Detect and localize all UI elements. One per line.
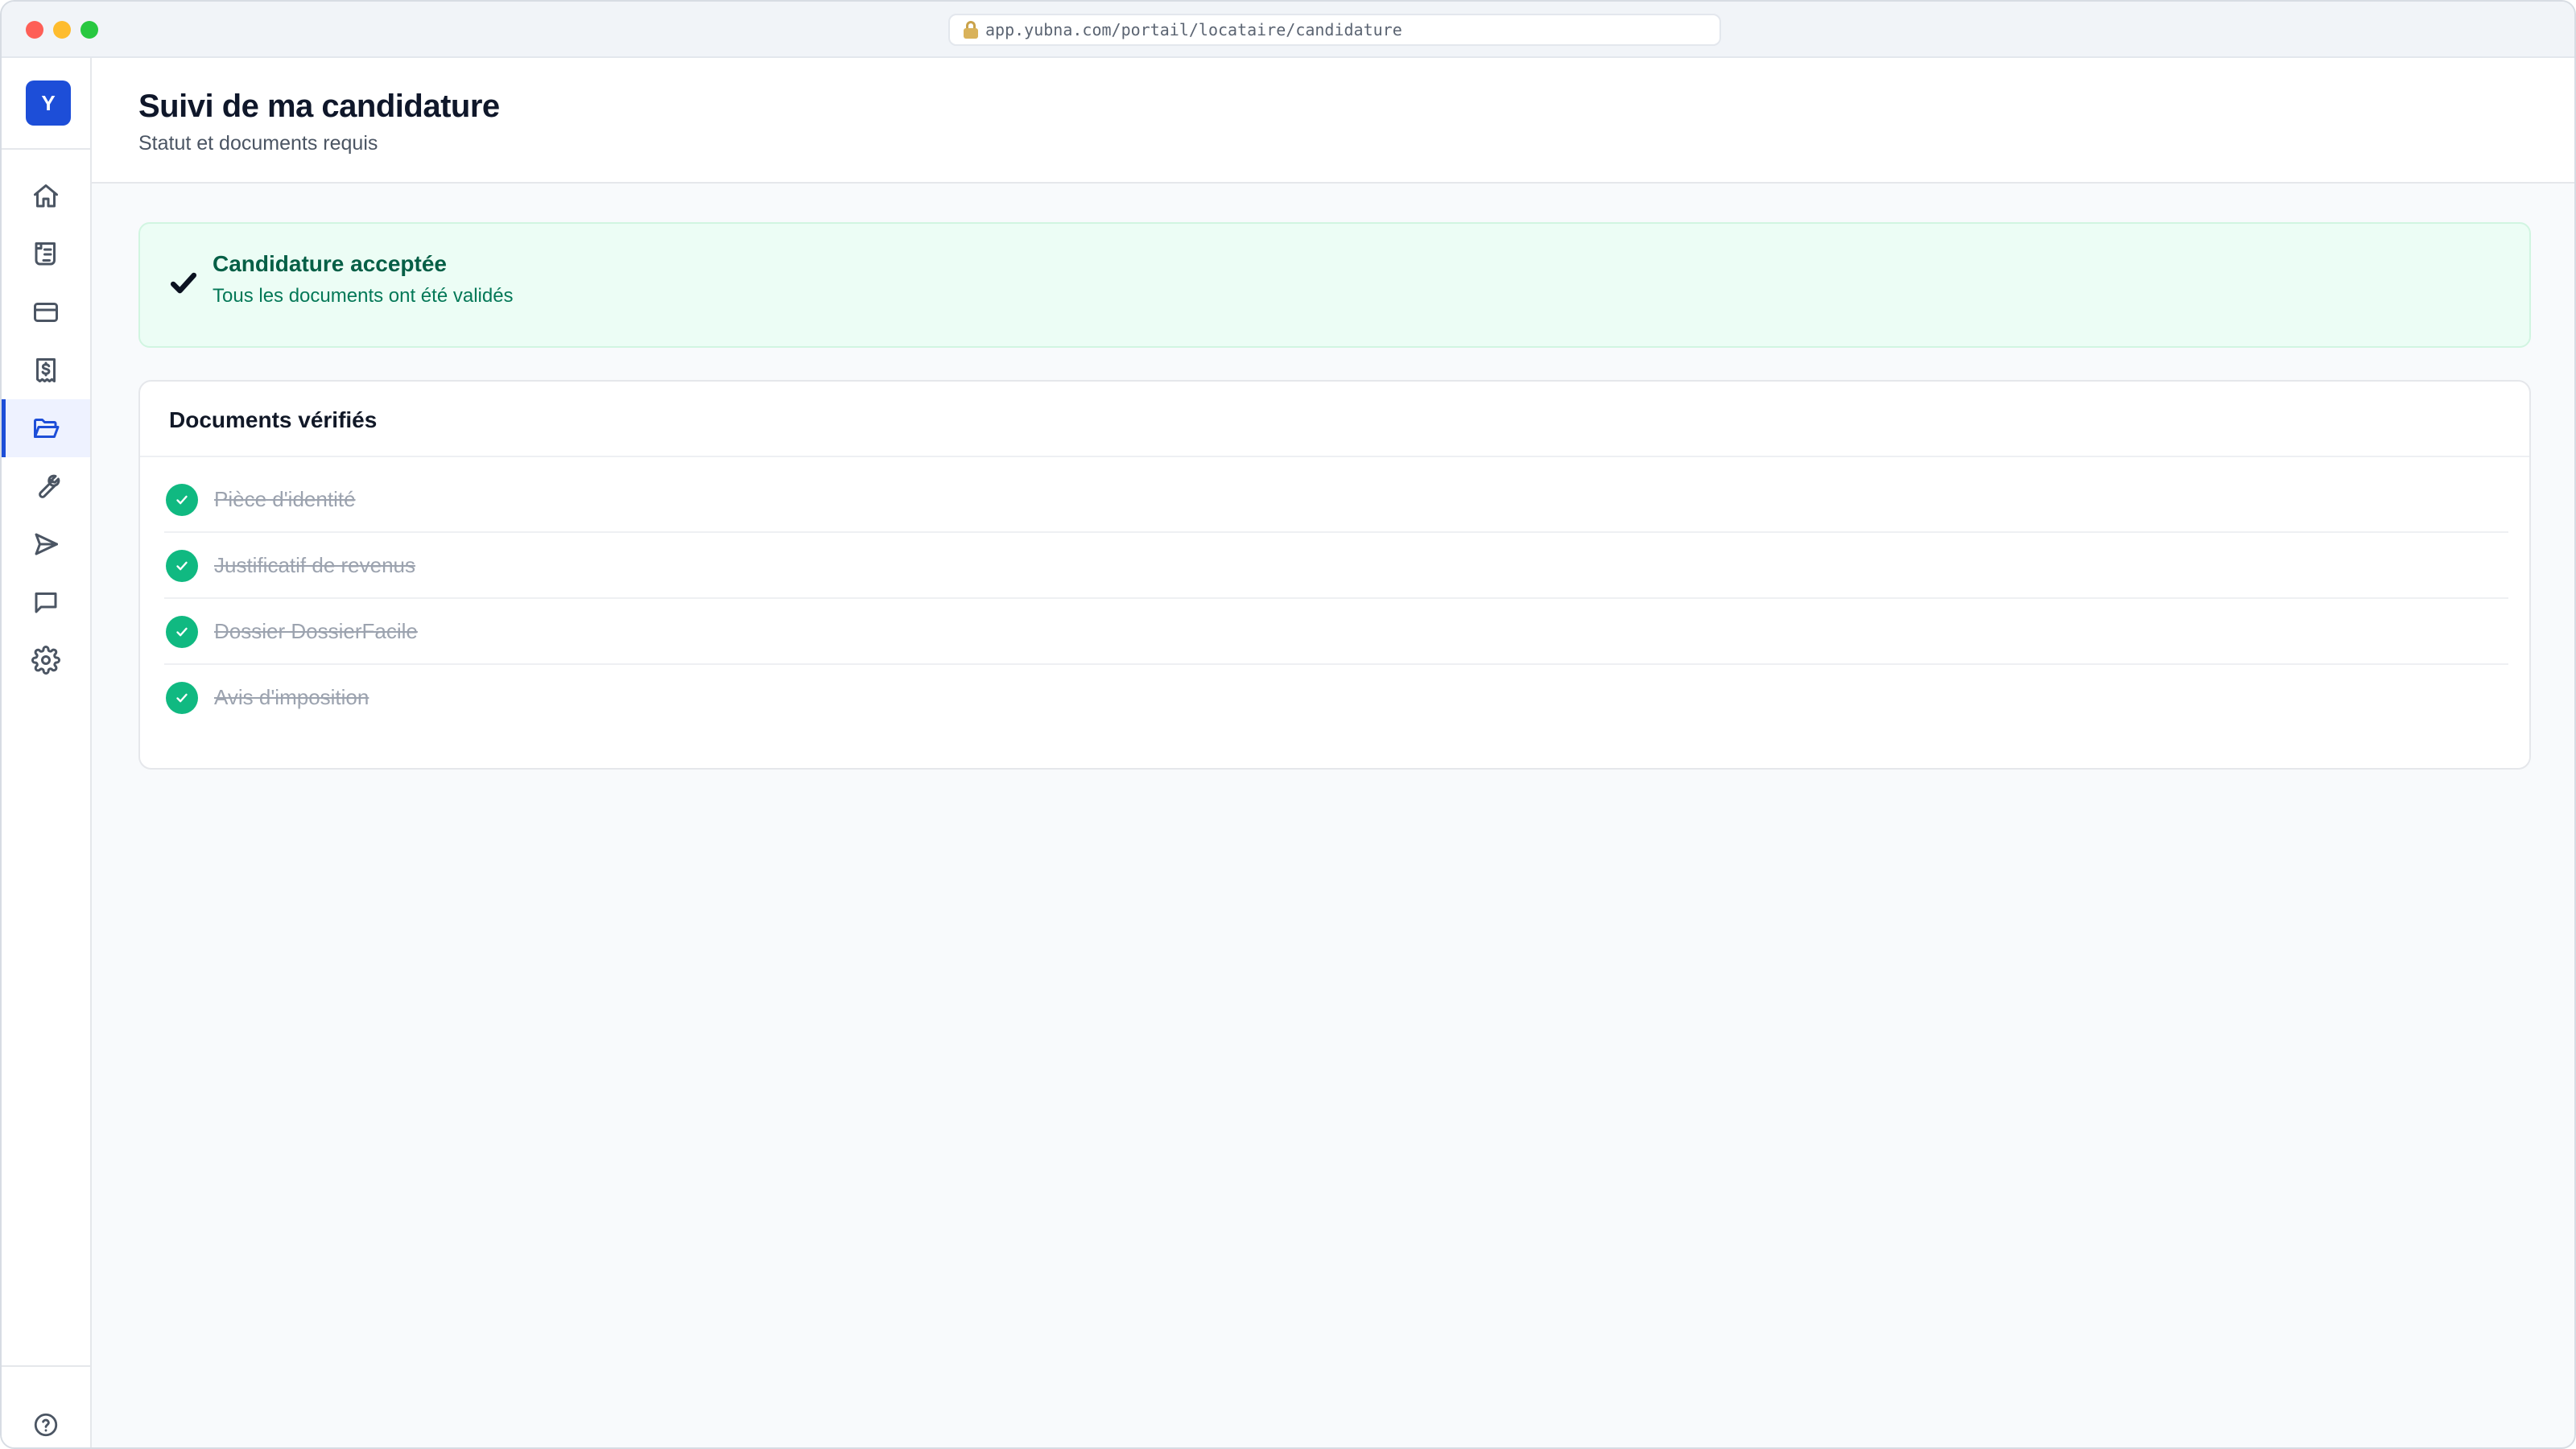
check-circle-icon xyxy=(166,616,198,648)
status-banner: Candidature acceptée Tous les documents … xyxy=(138,222,2531,348)
receipt-dollar-icon xyxy=(36,358,56,382)
document-label: Dossier DossierFacile xyxy=(214,619,418,643)
document-label: Justificatif de revenus xyxy=(214,553,416,577)
card-divider xyxy=(140,456,2529,457)
sidebar-item-lease[interactable] xyxy=(2,225,90,283)
check-circle-icon xyxy=(166,682,198,714)
home-icon xyxy=(34,184,58,208)
checkmark-icon xyxy=(166,266,201,301)
folder-open-icon xyxy=(34,419,60,438)
close-window-button[interactable] xyxy=(26,21,43,39)
sidebar-item-home[interactable] xyxy=(2,167,90,225)
documents-title: Documents vérifiés xyxy=(169,407,378,432)
gear-icon xyxy=(31,646,60,675)
sidebar: Y xyxy=(2,58,92,1447)
document-row: Justificatif de revenus xyxy=(164,533,2508,599)
minimize-window-button[interactable] xyxy=(53,21,71,39)
browser-window: app.yubna.com/portail/locataire/candidat… xyxy=(0,0,2576,1449)
document-row: Pièce d'identité xyxy=(164,467,2508,533)
sidebar-item-maintenance[interactable] xyxy=(2,457,90,515)
documents-card: Documents vérifiés Pièce d'identité Just… xyxy=(138,380,2531,770)
sidebar-divider-bottom xyxy=(2,1365,90,1367)
check-circle-icon xyxy=(166,550,198,582)
url-text: app.yubna.com/portail/locataire/candidat… xyxy=(985,20,1402,39)
help-button[interactable] xyxy=(2,1396,90,1447)
sidebar-item-settings[interactable] xyxy=(2,631,90,689)
wrench-icon xyxy=(39,474,60,498)
page-title: Suivi de ma candidature xyxy=(138,89,500,124)
check-circle-icon xyxy=(166,484,198,516)
status-description: Tous les documents ont été validés xyxy=(213,285,514,307)
message-icon xyxy=(35,592,57,613)
address-bar[interactable]: app.yubna.com/portail/locataire/candidat… xyxy=(948,14,1721,46)
app-logo[interactable]: Y xyxy=(26,80,71,126)
sidebar-item-payments[interactable] xyxy=(2,283,90,341)
send-icon xyxy=(35,533,58,555)
maximize-window-button[interactable] xyxy=(80,21,98,39)
page-subtitle: Statut et documents requis xyxy=(138,132,378,155)
credit-card-icon xyxy=(34,303,58,322)
document-label: Avis d'imposition xyxy=(214,685,369,709)
sidebar-item-messages[interactable] xyxy=(2,573,90,631)
sidebar-divider xyxy=(2,148,90,150)
scroll-icon xyxy=(35,242,56,266)
status-title: Candidature acceptée xyxy=(213,251,447,276)
document-row: Dossier DossierFacile xyxy=(164,599,2508,665)
title-bar: app.yubna.com/portail/locataire/candidat… xyxy=(2,2,2574,58)
help-circle-icon xyxy=(34,1413,58,1437)
sidebar-item-send[interactable] xyxy=(2,515,90,573)
sidebar-item-documents[interactable] xyxy=(2,399,90,457)
page-header: Suivi de ma candidature Statut et docume… xyxy=(92,58,2574,184)
document-row: Avis d'imposition xyxy=(164,665,2508,731)
document-label: Pièce d'identité xyxy=(214,487,356,511)
lock-icon xyxy=(963,21,979,39)
sidebar-item-receipts[interactable] xyxy=(2,341,90,399)
